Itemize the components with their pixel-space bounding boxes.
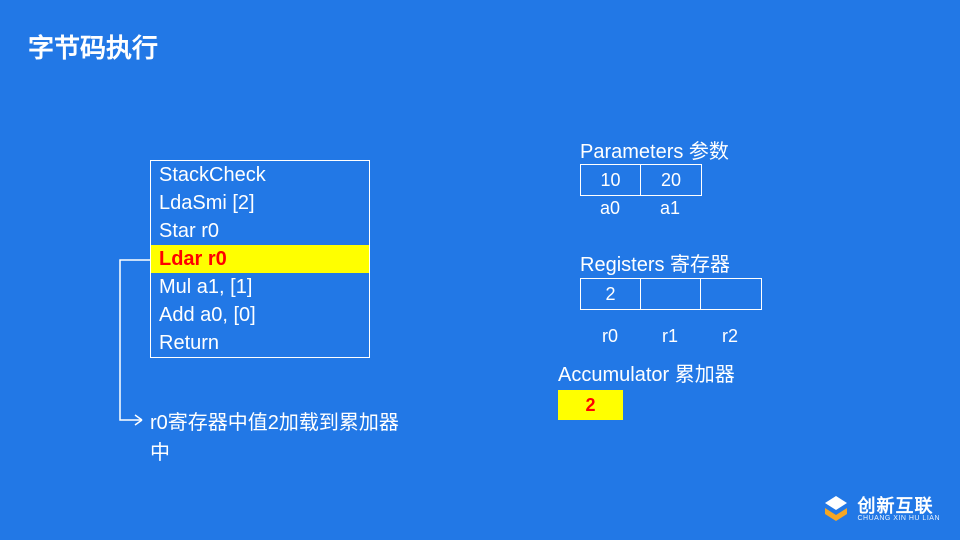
registers-cells: 2 <box>580 278 762 310</box>
logo-icon <box>821 494 851 524</box>
param-cell: 20 <box>641 165 701 195</box>
logo-sub: CHUANG XIN HU LIAN <box>857 515 940 522</box>
parameters-names: a0 a1 <box>580 198 700 219</box>
param-name: a1 <box>640 198 700 219</box>
bytecode-line: Star r0 <box>151 217 369 245</box>
reg-cell <box>641 279 701 309</box>
bytecode-line: LdaSmi [2] <box>151 189 369 217</box>
bytecode-line: StackCheck <box>151 161 369 189</box>
bytecode-line: Add a0, [0] <box>151 301 369 329</box>
bytecode-line: Return <box>151 329 369 357</box>
bytecode-line-current: Ldar r0 <box>151 245 369 273</box>
explain-text: r0寄存器中值2加载到累加器中 <box>150 408 410 468</box>
reg-name: r0 <box>580 326 640 347</box>
accumulator-value: 2 <box>558 390 623 420</box>
reg-cell <box>701 279 761 309</box>
param-cell: 10 <box>581 165 641 195</box>
registers-label: Registers 寄存器 <box>580 248 730 277</box>
arrow-icon <box>110 250 160 430</box>
slide-title: 字节码执行 <box>28 28 158 65</box>
reg-cell: 2 <box>581 279 641 309</box>
reg-name: r1 <box>640 326 700 347</box>
parameters-cells: 10 20 <box>580 164 702 196</box>
accumulator-label: Accumulator 累加器 <box>558 358 735 387</box>
bytecode-list: StackCheck LdaSmi [2] Star r0 Ldar r0 Mu… <box>150 160 370 358</box>
reg-name: r2 <box>700 326 760 347</box>
bytecode-line: Mul a1, [1] <box>151 273 369 301</box>
param-name: a0 <box>580 198 640 219</box>
logo-brand: 创新互联 <box>857 497 940 515</box>
brand-logo: 创新互联 CHUANG XIN HU LIAN <box>821 494 940 524</box>
parameters-label: Parameters 参数 <box>580 135 729 164</box>
registers-names: r0 r1 r2 <box>580 326 760 347</box>
